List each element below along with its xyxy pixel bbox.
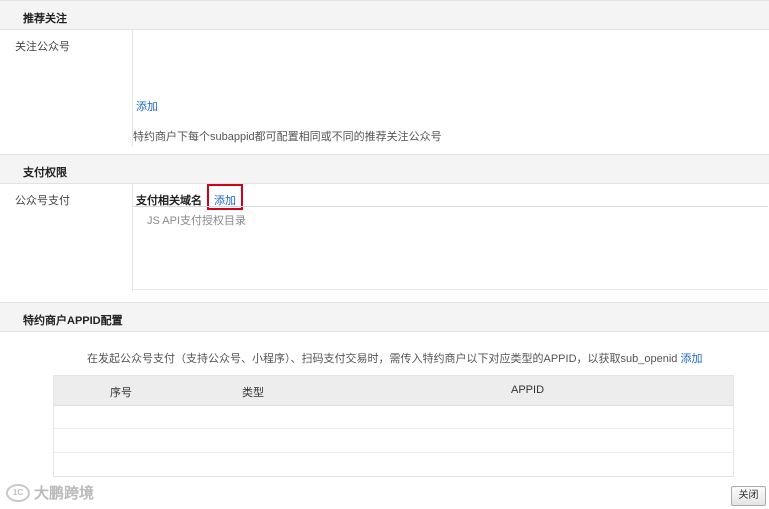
section-title-payment: 支付权限 bbox=[23, 167, 67, 179]
section-header-recommend: 推荐关注 bbox=[0, 0, 769, 30]
watermark-icon: 1C bbox=[6, 483, 30, 502]
table-row bbox=[54, 452, 733, 453]
appid-description-text: 在发起公众号支付（支持公众号、小程序）、扫码支付交易时，需传入特约商户以下对应类… bbox=[87, 353, 678, 365]
section-title-appid: 特约商户APPID配置 bbox=[23, 315, 123, 327]
section-header-payment: 支付权限 bbox=[0, 154, 769, 184]
add-follow-account-link[interactable]: 添加 bbox=[136, 98, 158, 114]
jsapi-pay-label: 公众号支付 bbox=[15, 195, 70, 207]
appid-table-header: 序号 类型 APPID bbox=[54, 376, 733, 406]
section-header-appid: 特约商户APPID配置 bbox=[0, 302, 769, 332]
pay-domain-box: JS API支付授权目录 bbox=[133, 206, 768, 290]
close-button[interactable]: 关闭 bbox=[731, 486, 766, 506]
watermark-logo: 1C 大鹏跨境 bbox=[6, 482, 94, 503]
section-title-recommend: 推荐关注 bbox=[23, 13, 67, 25]
column-header-index: 序号 bbox=[110, 387, 132, 399]
appid-table: 序号 类型 APPID bbox=[53, 375, 734, 477]
follow-account-label: 关注公众号 bbox=[15, 41, 70, 53]
watermark-text: 大鹏跨境 bbox=[34, 485, 95, 502]
table-row bbox=[54, 428, 733, 429]
column-header-appid: APPID bbox=[511, 384, 545, 396]
follow-account-hint: 特约商户下每个subappid都可配置相同或不同的推荐关注公众号 bbox=[133, 131, 442, 143]
column-header-type: 类型 bbox=[242, 387, 264, 399]
add-appid-link[interactable]: 添加 bbox=[680, 353, 702, 365]
jsapi-dir-placeholder[interactable]: JS API支付授权目录 bbox=[147, 212, 246, 228]
appid-description: 在发起公众号支付（支持公众号、小程序）、扫码支付交易时，需传入特约商户以下对应类… bbox=[87, 350, 702, 366]
